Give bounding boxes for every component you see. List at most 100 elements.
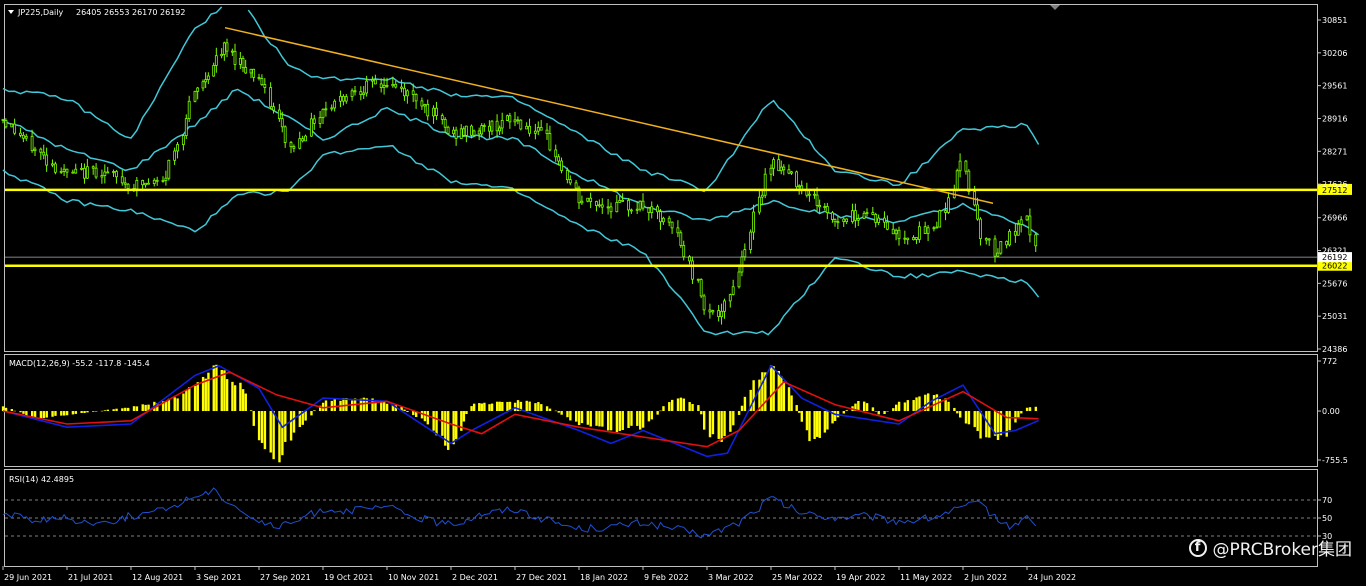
rsi-levels [5, 499, 1317, 537]
macd-histogram-bar [790, 395, 793, 412]
candle-body [757, 196, 761, 213]
triangle-down-icon[interactable] [8, 10, 14, 14]
candle-body [167, 159, 171, 179]
candle-body [647, 207, 651, 213]
candle-body [225, 42, 229, 52]
candle-body [252, 68, 256, 78]
candle-body [42, 151, 46, 156]
candle-body [539, 127, 543, 131]
macd-histogram-bar [615, 411, 619, 433]
macd-histogram-bar [777, 370, 780, 412]
price-tick-label: 26321 [1322, 247, 1347, 256]
candle-body [987, 238, 991, 241]
horizontal-levels[interactable]: 275122602226192 [5, 183, 1352, 271]
candle-body [589, 197, 593, 202]
candle-body [760, 194, 764, 198]
candle-body [321, 108, 325, 119]
candle-body [135, 180, 139, 190]
candle-body [661, 217, 665, 223]
macd-histogram-bar [141, 404, 144, 412]
macd-histogram-bar [668, 402, 671, 412]
candle-body [173, 150, 177, 161]
macd-histogram-bar [688, 402, 691, 412]
candle-body [112, 171, 115, 173]
macd-histogram-bar [74, 411, 78, 414]
scroll-marker-icon[interactable] [1050, 5, 1060, 10]
candle-body [533, 130, 537, 134]
candle-body [696, 278, 700, 281]
macd-histogram-bar [212, 365, 215, 412]
candle-body [519, 119, 523, 130]
trading-chart[interactable]: 275122602226192 30851 30206 29561 28916 2827… [0, 0, 1366, 586]
candle-body [161, 180, 165, 182]
candle-body [883, 217, 886, 223]
macd-histogram-bar [1020, 411, 1023, 414]
candle-body [233, 50, 237, 65]
macd-histogram-bar [330, 400, 334, 412]
candle-body [656, 206, 659, 213]
candle-body [147, 182, 150, 185]
macd-histogram-bar [609, 411, 613, 431]
rsi-tick-label: 50 [1322, 514, 1332, 523]
macd-histogram-bar [569, 411, 572, 421]
candle-body [597, 204, 601, 207]
macd-histogram-bar [83, 411, 86, 414]
candle-body [238, 58, 242, 65]
watermark: f @PRCBroker集团 [1188, 535, 1352, 560]
macd-histogram-bar [534, 403, 537, 412]
macd-histogram-bar [452, 411, 455, 445]
macd-histogram-bar [62, 411, 66, 416]
candle-body [391, 83, 395, 87]
price-tick-label: 24386 [1322, 345, 1347, 354]
candle-body [528, 125, 531, 134]
candle-body [831, 212, 834, 220]
time-axis: 29 Jun 2021 21 Jul 2021 12 Aug 2021 3 Sep 2… [2, 566, 1076, 582]
candle-body [144, 182, 147, 186]
macd-histogram-bar [1005, 411, 1008, 437]
trendline[interactable] [224, 26, 994, 204]
macd-histogram-bar [958, 411, 962, 418]
candle-body [196, 87, 200, 92]
macd-histogram-bar [915, 397, 918, 412]
candle-body [891, 228, 895, 235]
candle-body [423, 104, 427, 107]
macd-histogram-bar [586, 411, 590, 425]
symbol-label: JP225,Daily [17, 8, 64, 17]
macd-histogram-bar [432, 411, 435, 431]
macd-histogram-bar [164, 401, 168, 412]
candle-body [304, 135, 307, 142]
candle-body [65, 168, 69, 173]
candle-body [823, 206, 827, 208]
macd-histogram-bar [883, 411, 886, 414]
price-tick-label: 28916 [1322, 114, 1347, 123]
time-tick-label: 10 Nov 2021 [388, 573, 439, 582]
macd-histogram-bar [702, 411, 706, 430]
candle-body [906, 237, 910, 241]
candle-body [277, 109, 281, 120]
candle-body [152, 179, 156, 184]
macd-histogram-bar [19, 411, 22, 413]
macd-histogram-bar [606, 411, 610, 431]
candle-body [923, 226, 927, 234]
candle-body [752, 211, 755, 233]
candle-body [993, 238, 997, 257]
candle-body [777, 159, 781, 172]
macd-histogram-bar [805, 411, 809, 431]
macd-histogram-bar [540, 404, 543, 412]
candle-body [574, 182, 578, 189]
macd-histogram-bar [252, 411, 255, 426]
macd-histogram-bar [912, 400, 915, 412]
candle-body [1, 118, 5, 121]
candle-body [21, 134, 25, 139]
macd-histogram-bar [185, 389, 188, 412]
candle-body [201, 81, 205, 89]
macd-histogram-bar [996, 411, 1000, 440]
candle-body [1034, 234, 1038, 247]
candle-body [797, 185, 801, 188]
candle-body [833, 219, 837, 223]
candle-body [301, 138, 305, 142]
candle-body [45, 154, 49, 166]
macd-tick-label: 0.00 [1322, 407, 1340, 416]
macd-histogram-bar [560, 411, 563, 415]
macd-histogram-bar [241, 389, 245, 412]
